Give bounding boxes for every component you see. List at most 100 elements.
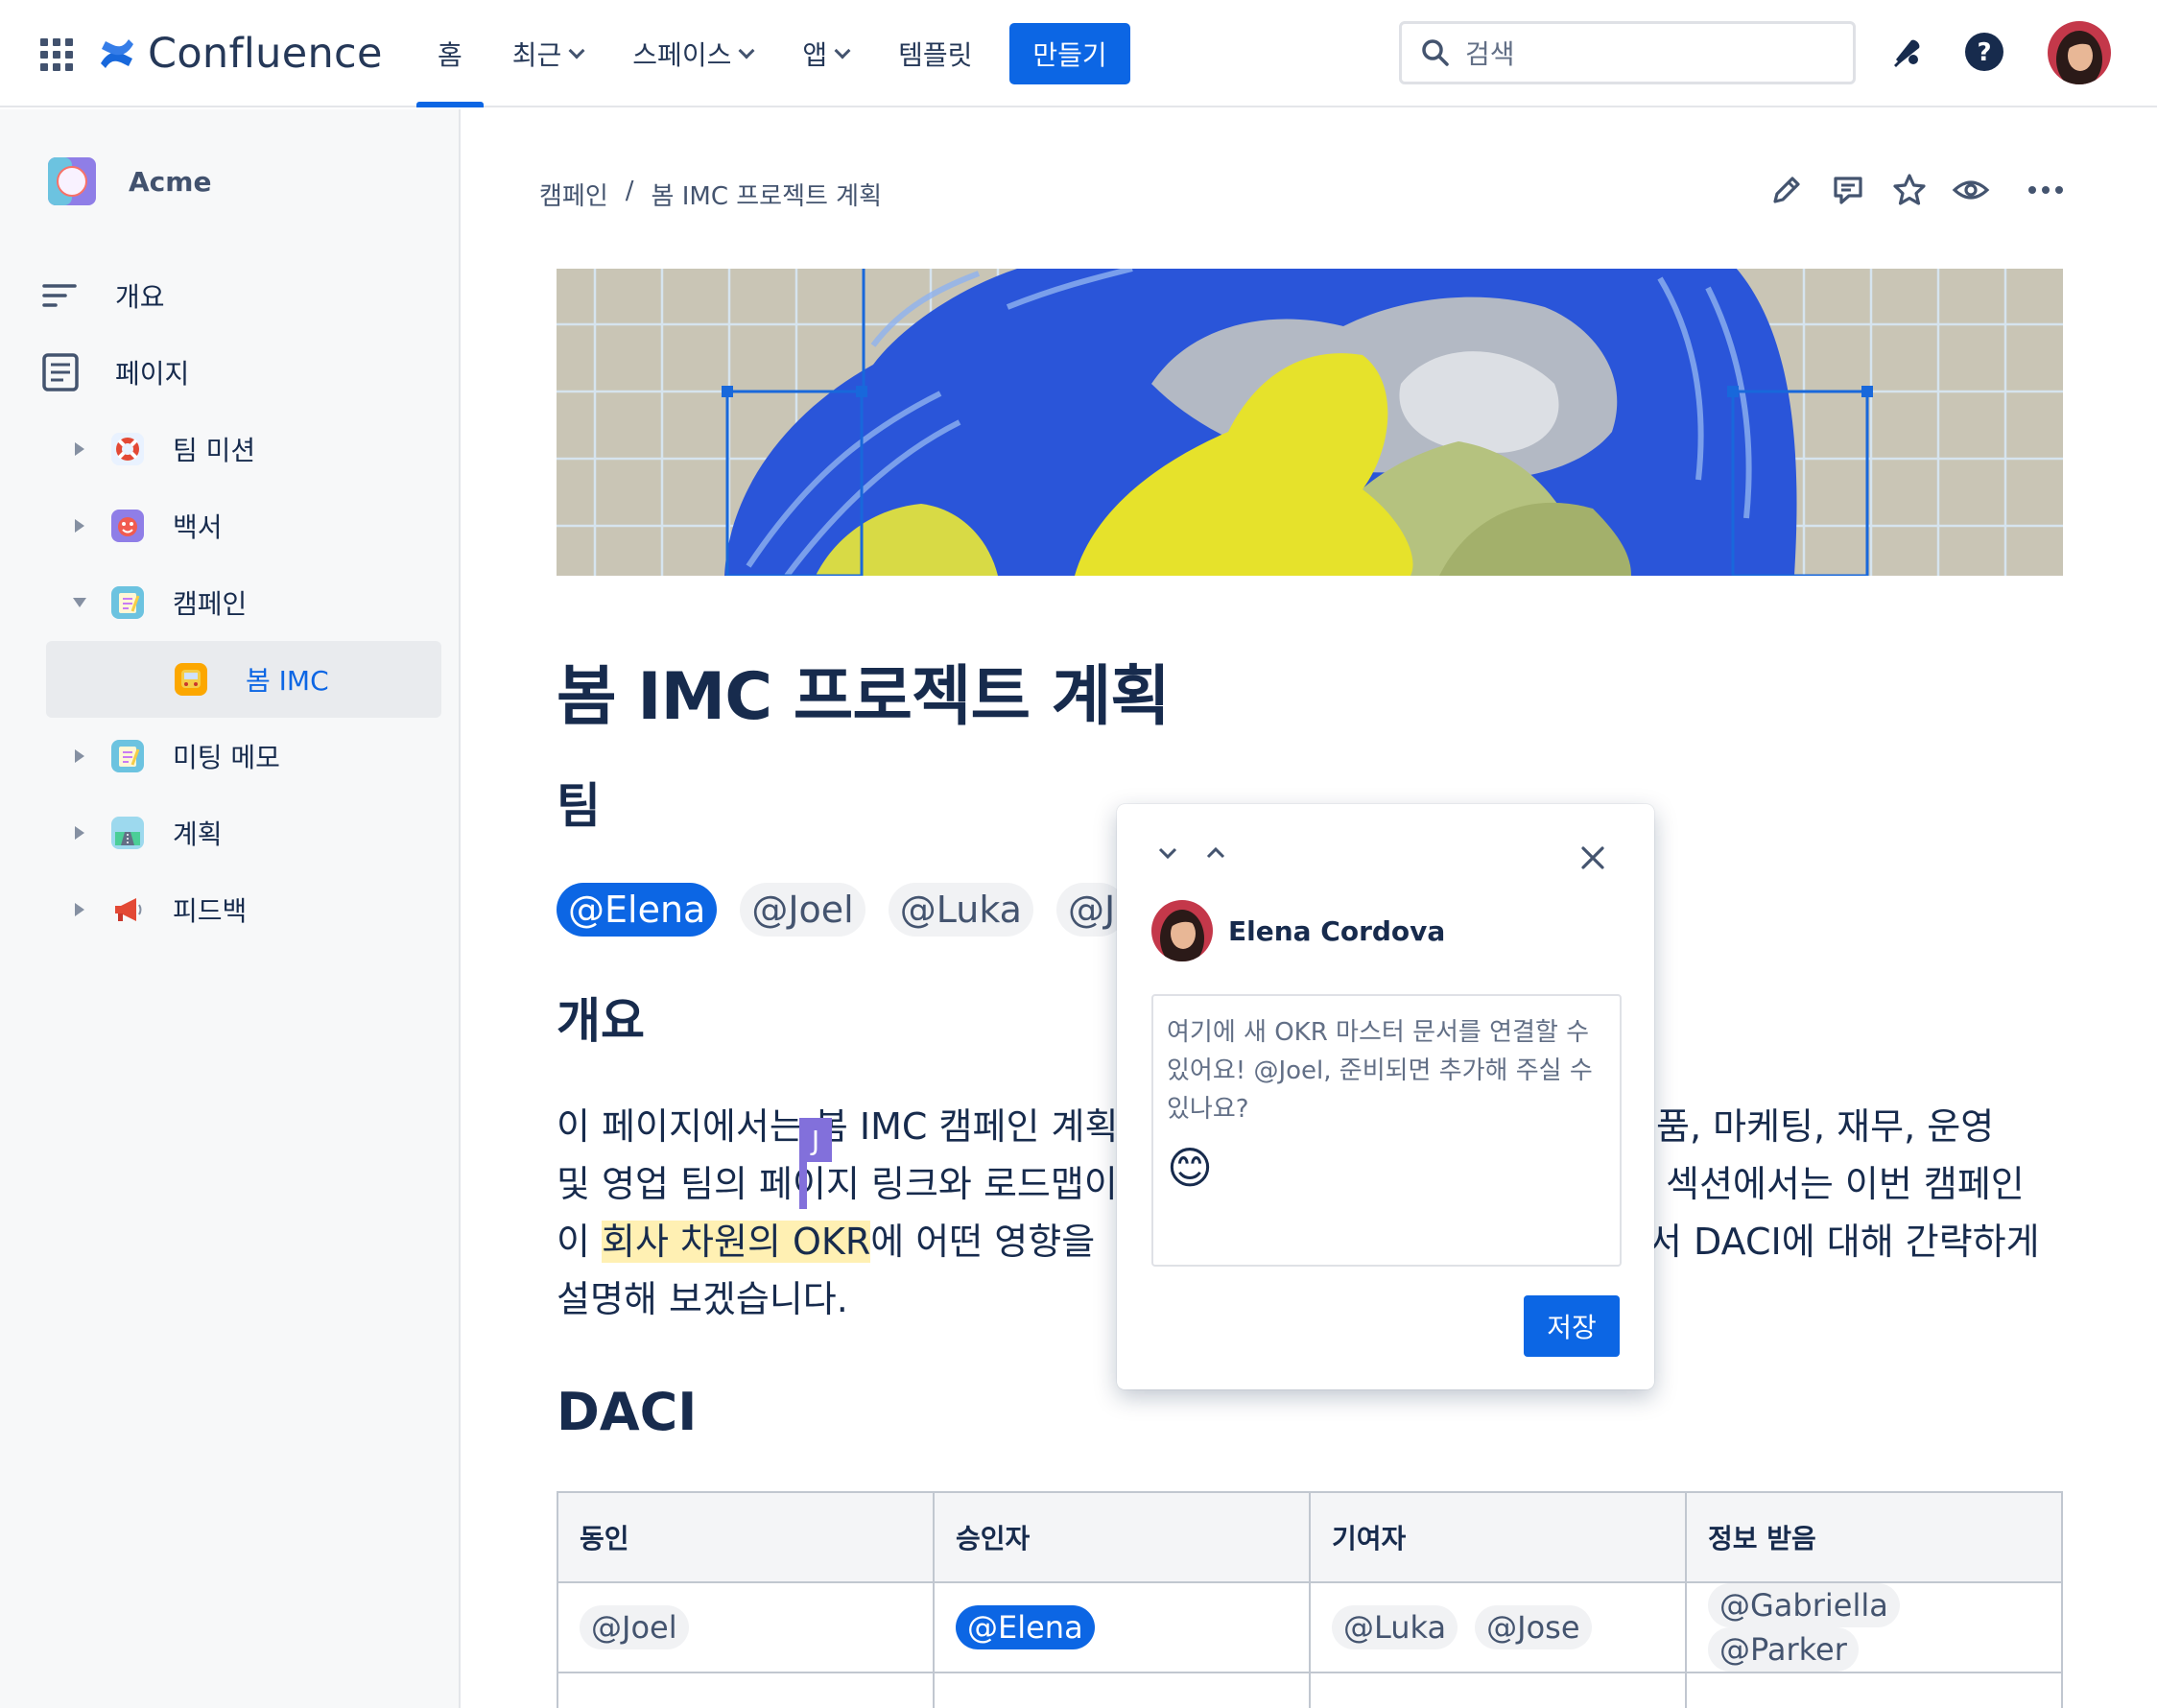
nav-recent[interactable]: 최근 bbox=[487, 0, 608, 107]
confluence-logo-text: Confluence bbox=[148, 30, 383, 78]
bus-icon bbox=[175, 663, 207, 696]
table-cell: @Joel bbox=[557, 1581, 935, 1673]
mention-chip[interactable]: @Parker bbox=[1708, 1627, 1859, 1672]
user-avatar[interactable] bbox=[2048, 21, 2111, 84]
sidebar-item-plan[interactable]: 계획 bbox=[0, 802, 461, 864]
confluence-logo[interactable]: Confluence bbox=[98, 29, 383, 79]
create-button[interactable]: 만들기 bbox=[1009, 23, 1130, 84]
sidebar-item-label: 캠페인 bbox=[173, 588, 248, 620]
caret-right-icon[interactable] bbox=[75, 519, 84, 533]
nav-apps[interactable]: 앱 bbox=[777, 0, 873, 107]
author-name: Elena Cordova bbox=[1228, 914, 1446, 947]
comment-text: 여기에 새 OKR 마스터 문서를 연결할 수 있어요! @Joel, 준비되면… bbox=[1167, 1018, 1593, 1124]
paragraph-line-left: 이 bbox=[557, 1221, 603, 1263]
megaphone-icon bbox=[111, 893, 144, 926]
avatar bbox=[1151, 900, 1213, 961]
caret-down-icon[interactable] bbox=[73, 598, 86, 607]
breadcrumb-current[interactable]: 봄 IMC 프로젝트 계획 bbox=[652, 177, 883, 212]
close-icon[interactable] bbox=[1574, 839, 1612, 877]
help-icon[interactable]: ? bbox=[1961, 29, 2007, 75]
nav-spaces-label: 스페이스 bbox=[632, 39, 732, 71]
breadcrumb: 캠페인 / 봄 IMC 프로젝트 계획 bbox=[539, 177, 882, 212]
search-placeholder: 검색 bbox=[1465, 38, 1515, 70]
mention-chip[interactable]: @Jose bbox=[1475, 1605, 1592, 1649]
breadcrumb-parent[interactable]: 캠페인 bbox=[539, 177, 608, 212]
paragraph-line-right: 품, 마케팅, 재무, 운영 bbox=[1656, 1105, 1995, 1148]
mention-chip[interactable]: @Luka bbox=[1332, 1605, 1458, 1649]
sidebar-item-label: 봄 IMC bbox=[246, 665, 329, 697]
comment-navigation bbox=[1157, 846, 1226, 860]
paragraph-line-left: 설명해 보겠습니다. bbox=[557, 1278, 848, 1320]
search-input[interactable]: 검색 bbox=[1399, 21, 1856, 84]
nav-recent-label: 최근 bbox=[511, 39, 562, 71]
nav-spaces[interactable]: 스페이스 bbox=[607, 0, 777, 107]
sidebar-item-meeting-notes[interactable]: 미팅 메모 bbox=[0, 725, 461, 787]
team-heading: 팀 bbox=[557, 778, 601, 834]
mention-chip[interactable]: @Joel bbox=[580, 1605, 689, 1649]
highlighted-text[interactable]: 회사 차원의 OKR bbox=[602, 1221, 871, 1263]
sidebar-item-label: 개요 bbox=[115, 281, 165, 313]
mention-chip[interactable]: @Elena bbox=[956, 1605, 1095, 1649]
sidebar-item-feedback[interactable]: 피드백 bbox=[0, 879, 461, 940]
table-cell[interactable] bbox=[1685, 1672, 2063, 1708]
sidebar-item-whitepaper[interactable]: 백서 bbox=[0, 495, 461, 557]
team-mentions: @Elena @Joel @Luka @J bbox=[557, 883, 1127, 937]
nav-templates-label: 템플릿 bbox=[898, 39, 973, 71]
sidebar-item-spring-imc[interactable]: 봄 IMC bbox=[0, 649, 461, 710]
sidebar-item-overview[interactable]: 개요 bbox=[0, 265, 461, 326]
chevron-down-icon[interactable] bbox=[1157, 846, 1178, 860]
watch-eye-icon[interactable] bbox=[1950, 169, 1992, 211]
smiling-face-emoji-icon: 😊 bbox=[1167, 1142, 1213, 1194]
mention-chip[interactable]: @Elena bbox=[557, 883, 718, 937]
overview-icon bbox=[42, 284, 77, 307]
save-button[interactable]: 저장 bbox=[1524, 1295, 1620, 1357]
inline-comment-popup: Elena Cordova 여기에 새 OKR 마스터 문서를 연결할 수 있어… bbox=[1117, 804, 1654, 1389]
overview-heading: 개요 bbox=[557, 993, 645, 1049]
chevron-down-icon bbox=[738, 42, 755, 59]
caret-right-icon[interactable] bbox=[75, 749, 84, 763]
space-header[interactable]: Acme bbox=[48, 157, 211, 205]
nav-apps-label: 앱 bbox=[802, 39, 828, 71]
chevron-up-icon[interactable] bbox=[1205, 846, 1226, 860]
sidebar-item-label: 페이지 bbox=[115, 358, 190, 390]
comment-icon[interactable] bbox=[1827, 169, 1869, 211]
chevron-down-icon bbox=[834, 42, 851, 59]
paragraph-line-right: 섹션에서는 이번 캠페인 bbox=[1666, 1163, 2025, 1205]
sidebar-item-pages[interactable]: 페이지 bbox=[0, 342, 461, 403]
paragraph-line-left: 및 영업 팀의 페이지 링크와 로드맵이 bbox=[557, 1163, 1118, 1205]
table-cell[interactable] bbox=[557, 1672, 935, 1708]
sidebar-item-campaign[interactable]: 캠페인 bbox=[0, 572, 461, 633]
caret-right-icon[interactable] bbox=[75, 442, 84, 456]
search-icon bbox=[1422, 39, 1449, 66]
more-options-icon[interactable] bbox=[2025, 169, 2067, 211]
road-icon bbox=[111, 817, 144, 849]
notepad-icon bbox=[111, 586, 144, 619]
star-icon[interactable] bbox=[1888, 169, 1931, 211]
table-cell[interactable] bbox=[1309, 1672, 1687, 1708]
table-cell: @Elena bbox=[933, 1581, 1311, 1673]
sidebar: Acme 개요 페이지 팀 미션 백서 캠페인 봄 IMC 미팅 메모 계획 피… bbox=[0, 109, 461, 1708]
notepad-icon bbox=[111, 740, 144, 772]
mention-chip[interactable]: @Joel bbox=[740, 883, 865, 937]
table-header-cell: 정보 받음 bbox=[1685, 1491, 2063, 1583]
space-name: Acme bbox=[129, 165, 212, 198]
comment-author: Elena Cordova bbox=[1151, 900, 1445, 961]
collaborator-cursor-label: J bbox=[799, 1118, 832, 1162]
caret-right-icon[interactable] bbox=[75, 826, 84, 840]
nav-templates[interactable]: 템플릿 bbox=[873, 0, 997, 107]
mention-chip[interactable]: @Gabriella bbox=[1708, 1583, 1900, 1627]
nav-home[interactable]: 홈 bbox=[413, 0, 487, 107]
sidebar-item-label: 계획 bbox=[173, 818, 223, 850]
comment-editor[interactable]: 여기에 새 OKR 마스터 문서를 연결할 수 있어요! @Joel, 준비되면… bbox=[1151, 994, 1622, 1267]
notifications-icon[interactable] bbox=[1884, 29, 1931, 75]
table-cell[interactable] bbox=[933, 1672, 1311, 1708]
confluence-logo-icon bbox=[101, 39, 133, 68]
app-switcher-icon[interactable] bbox=[40, 38, 73, 71]
mention-chip[interactable]: @Luka bbox=[888, 883, 1033, 937]
sidebar-item-team-mission[interactable]: 팀 미션 bbox=[0, 418, 461, 480]
edit-icon[interactable] bbox=[1766, 169, 1808, 211]
page-actions bbox=[1766, 169, 2067, 215]
caret-right-icon[interactable] bbox=[75, 903, 84, 916]
breadcrumb-separator: / bbox=[625, 177, 634, 205]
lifebuoy-icon bbox=[111, 433, 144, 465]
